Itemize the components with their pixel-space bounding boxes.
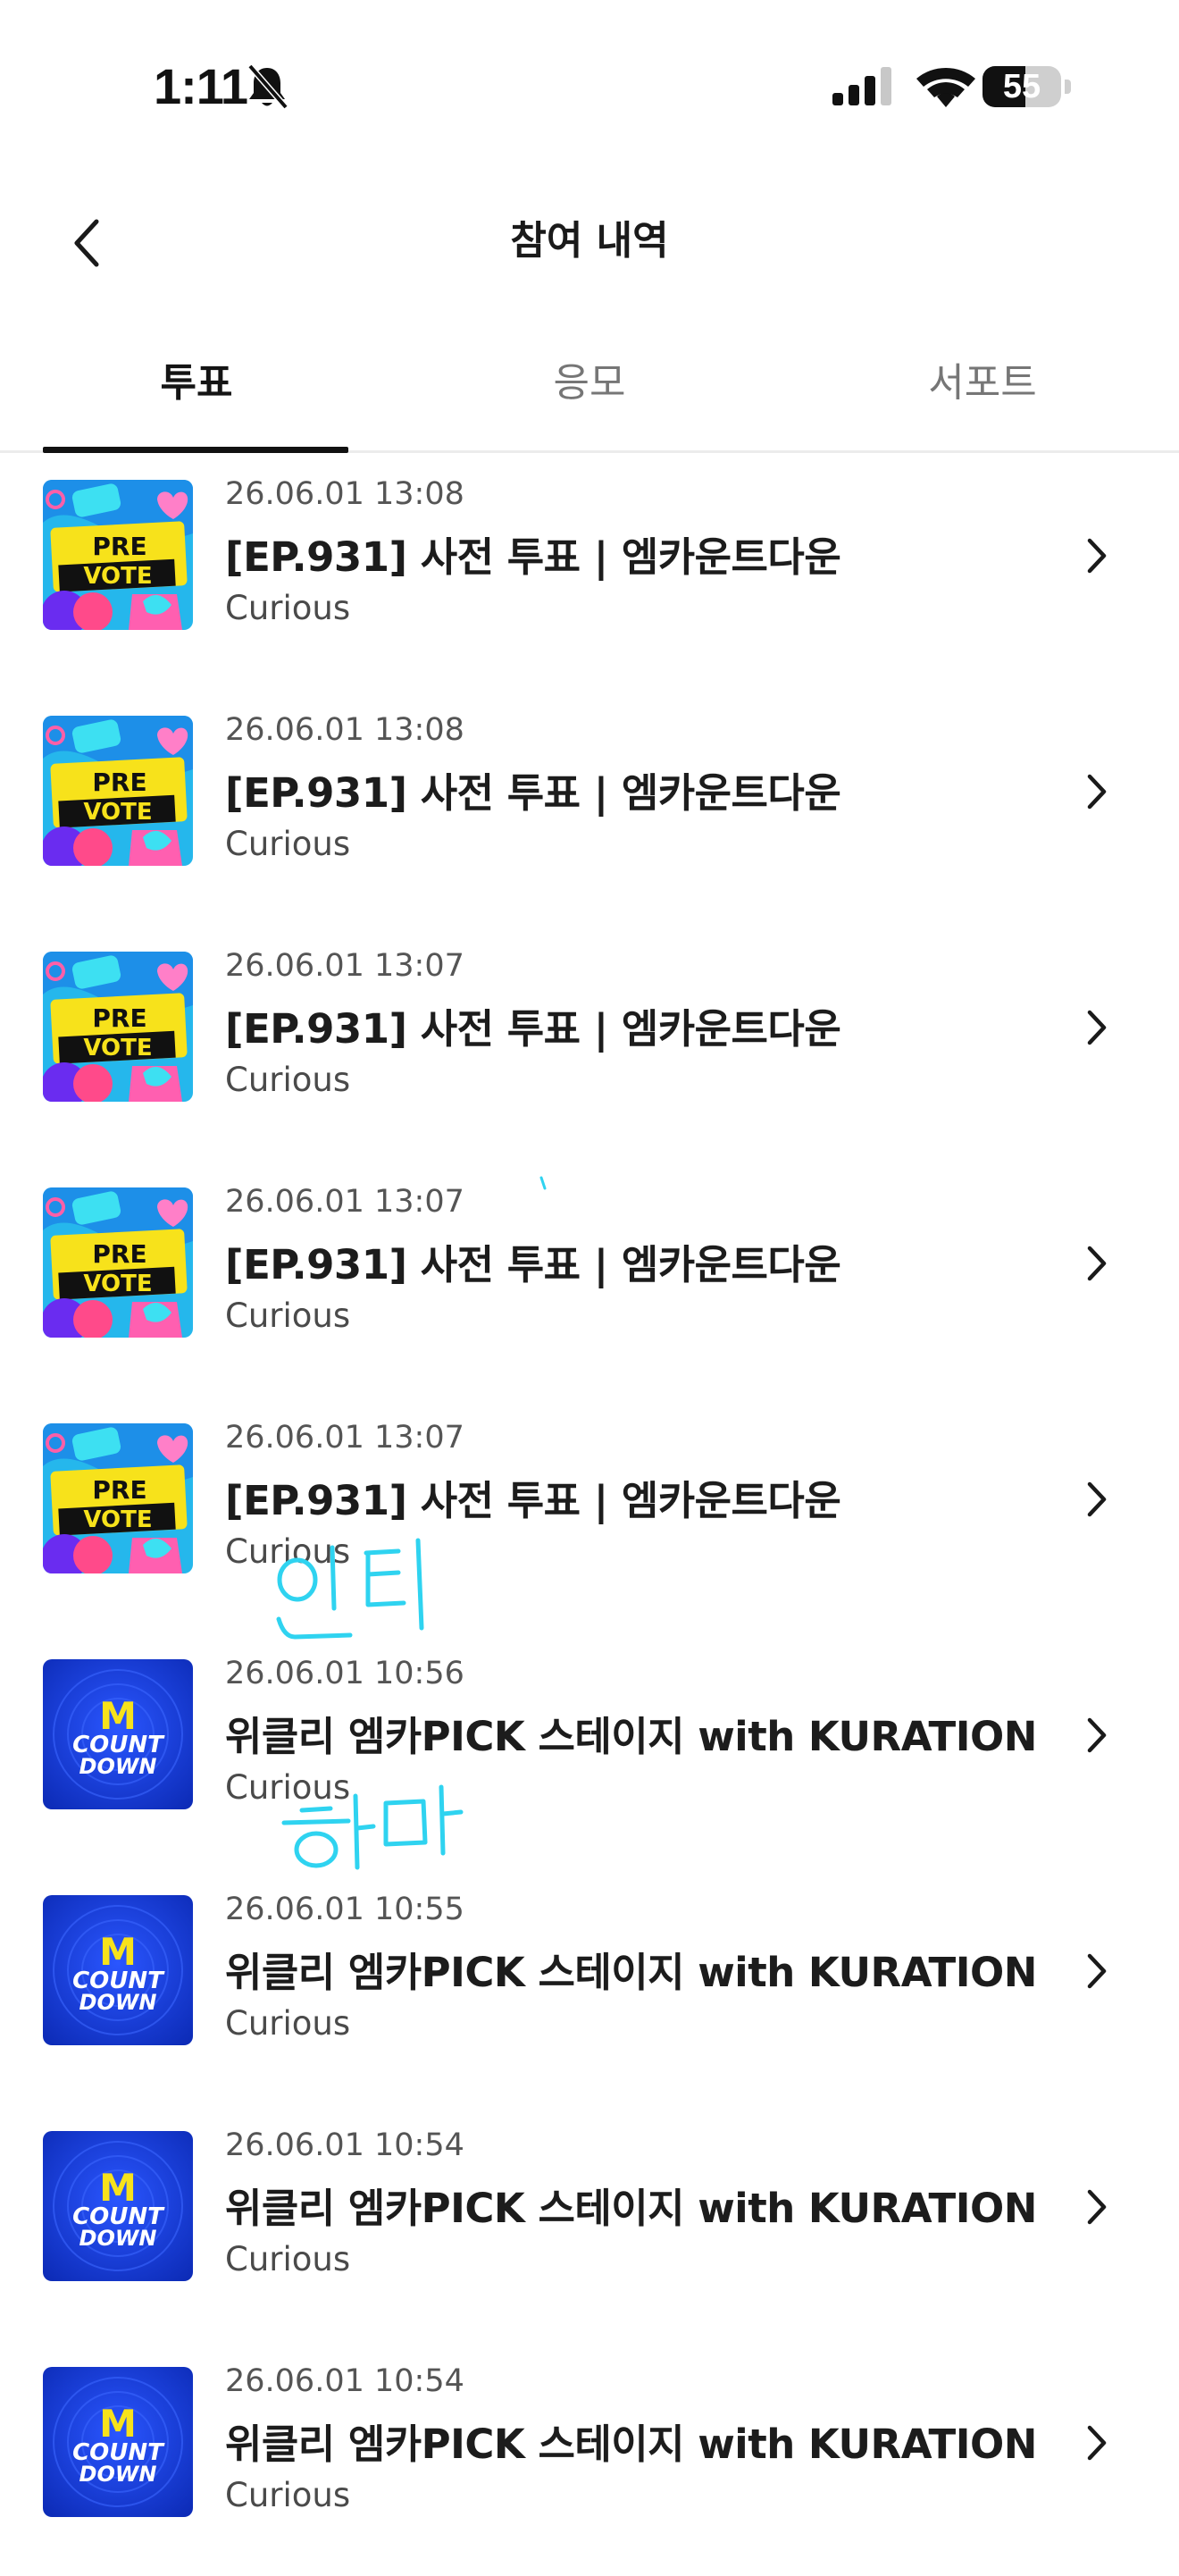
list-item[interactable]: M COUNT DOWN 26.06.01 10:54 위클리 엠카PICK 스… xyxy=(0,2104,1179,2340)
mcountdown-thumbnail: M COUNT DOWN xyxy=(43,1895,193,2045)
mcountdown-line2: DOWN xyxy=(79,2462,157,2487)
mcountdown-thumbnail: M COUNT DOWN xyxy=(43,1659,193,1809)
list-item[interactable]: M COUNT DOWN 26.06.01 10:55 위클리 엠카PICK 스… xyxy=(0,1868,1179,2104)
item-thumbnail: PRE VOTE xyxy=(43,1423,193,1573)
item-title: 위클리 엠카PICK 스테이지 with KURATION xyxy=(225,2185,1037,2232)
chevron-right-icon xyxy=(1087,2425,1107,2461)
item-thumbnail: PRE VOTE xyxy=(43,952,193,1102)
status-bar: 1:11 55 xyxy=(0,0,1179,170)
battery-icon: 55 xyxy=(982,66,1072,107)
item-subtitle: Curious xyxy=(225,2240,351,2278)
list-item[interactable]: M COUNT DOWN 26.06.01 10:56 위클리 엠카PICK 스… xyxy=(0,1632,1179,1868)
pre-vote-line1: PRE xyxy=(92,1475,146,1505)
list-item[interactable]: PRE VOTE 26.06.01 13:07 [EP.931] 사전 투표 |… xyxy=(0,1397,1179,1632)
tab-bar: 투표 응모 서포트 xyxy=(0,331,1179,453)
item-thumbnail: PRE VOTE xyxy=(43,1187,193,1338)
chevron-left-icon xyxy=(74,219,99,267)
header: 참여 내역 xyxy=(0,179,1179,304)
item-date: 26.06.01 13:08 xyxy=(225,476,464,512)
item-thumbnail: M COUNT DOWN xyxy=(43,2131,193,2281)
pre-vote-thumbnail: PRE VOTE xyxy=(43,952,193,1102)
item-title: [EP.931] 사전 투표 | 엠카운트다운 xyxy=(225,769,841,817)
item-title: [EP.931] 사전 투표 | 엠카운트다운 xyxy=(225,1477,841,1524)
wifi-icon xyxy=(916,68,975,107)
chevron-right-icon xyxy=(1087,774,1107,810)
list-item[interactable]: M COUNT DOWN 26.06.01 10:54 위클리 엠카PICK 스… xyxy=(0,2340,1179,2576)
pre-vote-thumbnail: PRE VOTE xyxy=(43,1187,193,1338)
item-subtitle: Curious xyxy=(225,2476,351,2514)
item-date: 26.06.01 10:54 xyxy=(225,2127,464,2163)
mcountdown-line2: DOWN xyxy=(79,1754,157,1779)
tab-label: 투표 xyxy=(160,360,233,406)
mcountdown-line2: DOWN xyxy=(79,2226,157,2251)
pre-vote-line2: VOTE xyxy=(83,563,152,590)
pre-vote-line2: VOTE xyxy=(83,799,152,826)
pre-vote-line2: VOTE xyxy=(83,1035,152,1061)
item-subtitle: Curious xyxy=(225,2004,351,2043)
item-subtitle: Curious xyxy=(225,825,351,863)
item-title: 위클리 엠카PICK 스테이지 with KURATION xyxy=(225,1713,1037,1760)
item-subtitle: Curious xyxy=(225,589,351,627)
item-title: [EP.931] 사전 투표 | 엠카운트다운 xyxy=(225,1241,841,1288)
tab-support[interactable]: 서포트 xyxy=(786,331,1179,450)
pre-vote-line1: PRE xyxy=(92,1003,146,1033)
pre-vote-line2: VOTE xyxy=(83,1271,152,1297)
pre-vote-thumbnail: PRE VOTE xyxy=(43,1423,193,1573)
item-title: 위클리 엠카PICK 스테이지 with KURATION xyxy=(225,1949,1037,1996)
tab-active-indicator xyxy=(43,447,348,453)
battery-percent: 55 xyxy=(1002,68,1041,105)
item-date: 26.06.01 13:07 xyxy=(225,1420,464,1456)
list-item[interactable]: PRE VOTE 26.06.01 13:08 [EP.931] 사전 투표 |… xyxy=(0,689,1179,925)
pre-vote-thumbnail: PRE VOTE xyxy=(43,480,193,630)
tab-entry[interactable]: 응모 xyxy=(393,331,786,450)
chevron-right-icon xyxy=(1087,1717,1107,1753)
tab-label: 서포트 xyxy=(928,360,1037,406)
item-subtitle: Curious xyxy=(225,1768,351,1807)
pre-vote-line2: VOTE xyxy=(83,1506,152,1533)
chevron-right-icon xyxy=(1087,538,1107,574)
item-thumbnail: M COUNT DOWN xyxy=(43,2367,193,2517)
cellular-signal-icon xyxy=(832,67,891,105)
page-title: 참여 내역 xyxy=(510,218,669,264)
participation-list: PRE VOTE 26.06.01 13:08 [EP.931] 사전 투표 |… xyxy=(0,453,1179,2576)
tab-vote[interactable]: 투표 xyxy=(0,331,393,453)
item-subtitle: Curious xyxy=(225,1296,351,1335)
pre-vote-line1: PRE xyxy=(92,1239,146,1269)
item-thumbnail: PRE VOTE xyxy=(43,716,193,866)
list-item[interactable]: PRE VOTE 26.06.01 13:07 [EP.931] 사전 투표 |… xyxy=(0,1161,1179,1397)
item-thumbnail: M COUNT DOWN xyxy=(43,1895,193,2045)
chevron-right-icon xyxy=(1087,1481,1107,1517)
tab-label: 응모 xyxy=(553,360,626,406)
chevron-right-icon xyxy=(1087,1010,1107,1045)
bell-slash-icon xyxy=(247,63,288,110)
chevron-right-icon xyxy=(1087,1953,1107,1989)
chevron-right-icon xyxy=(1087,1246,1107,1281)
chevron-right-icon xyxy=(1087,2189,1107,2225)
item-date: 26.06.01 10:55 xyxy=(225,1892,464,1927)
pre-vote-line1: PRE xyxy=(92,768,146,797)
item-title: 위클리 엠카PICK 스테이지 with KURATION xyxy=(225,2421,1037,2468)
item-date: 26.06.01 13:07 xyxy=(225,1184,464,1220)
mcountdown-thumbnail: M COUNT DOWN xyxy=(43,2131,193,2281)
item-title: [EP.931] 사전 투표 | 엠카운트다운 xyxy=(225,533,841,581)
item-subtitle: Curious xyxy=(225,1061,351,1099)
list-item[interactable]: PRE VOTE 26.06.01 13:07 [EP.931] 사전 투표 |… xyxy=(0,925,1179,1161)
item-title: [EP.931] 사전 투표 | 엠카운트다운 xyxy=(225,1005,841,1053)
status-time: 1:11 xyxy=(154,58,248,114)
list-item[interactable]: PRE VOTE 26.06.01 13:08 [EP.931] 사전 투표 |… xyxy=(0,453,1179,689)
item-thumbnail: M COUNT DOWN xyxy=(43,1659,193,1809)
item-date: 26.06.01 10:56 xyxy=(225,1656,464,1691)
mcountdown-line2: DOWN xyxy=(79,1990,157,2015)
item-subtitle: Curious xyxy=(225,1532,351,1571)
mcountdown-thumbnail: M COUNT DOWN xyxy=(43,2367,193,2517)
back-button[interactable] xyxy=(50,206,125,281)
item-date: 26.06.01 10:54 xyxy=(225,2363,464,2399)
item-date: 26.06.01 13:08 xyxy=(225,712,464,748)
pre-vote-line1: PRE xyxy=(92,532,146,561)
pre-vote-thumbnail: PRE VOTE xyxy=(43,716,193,866)
item-date: 26.06.01 13:07 xyxy=(225,948,464,984)
item-thumbnail: PRE VOTE xyxy=(43,480,193,630)
